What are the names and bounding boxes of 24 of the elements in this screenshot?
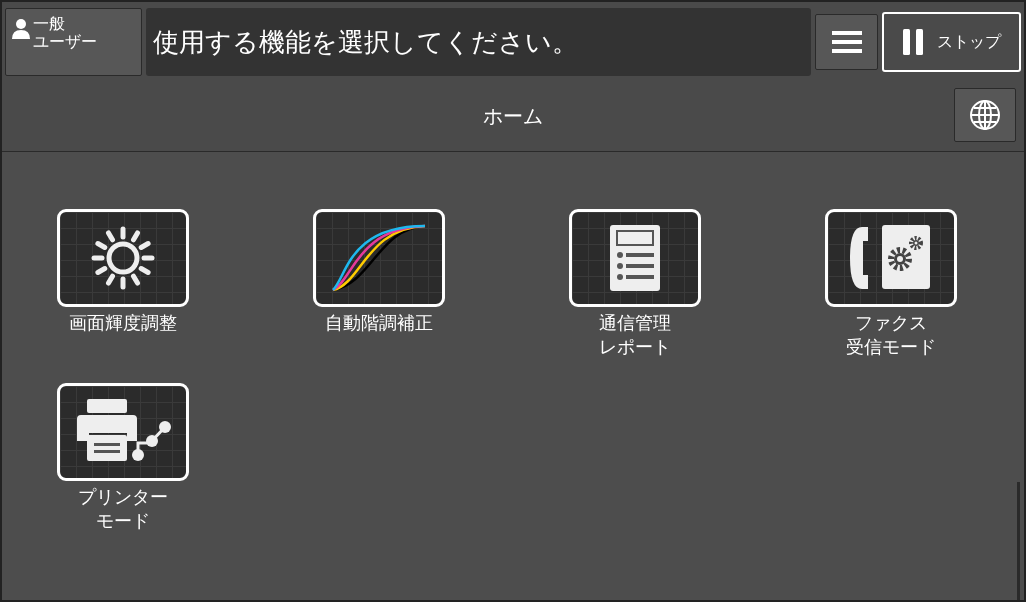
pause-icon [902,29,923,55]
menu-button[interactable] [815,14,878,70]
message-display: 使用する機能を選択してください。 [146,8,811,76]
menu-icon [831,31,862,53]
language-button[interactable] [954,88,1016,142]
app-tile[interactable] [57,383,189,481]
sun-icon [90,225,156,291]
app-label: 通信管理 レポート [599,311,671,359]
app-label: 自動階調補正 [325,311,433,335]
globe-icon [969,99,1001,131]
app-tile[interactable] [57,209,189,307]
app-label: 画面輝度調整 [69,311,177,335]
screen-title: ホーム [483,102,543,130]
report-list-icon [610,225,660,291]
app-tile[interactable] [313,209,445,307]
app-tile[interactable] [569,209,701,307]
user-button[interactable]: 一般 ユーザー [5,8,142,76]
app-label: ファクス 受信モード [846,311,936,359]
stop-button[interactable]: ストップ [882,12,1021,72]
tone-curves-icon [331,224,427,292]
app-tile[interactable] [825,209,957,307]
app-label: プリンター モード [78,485,168,533]
phone-gear-icon [850,225,932,291]
person-icon [12,19,30,39]
